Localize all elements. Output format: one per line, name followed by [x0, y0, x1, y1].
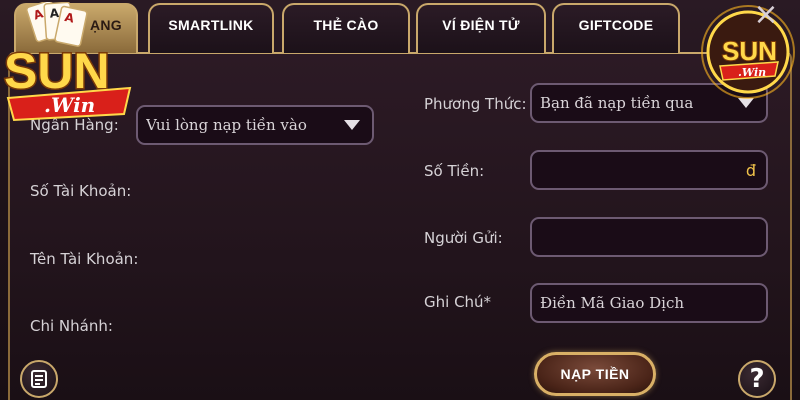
help-button[interactable]: ?: [738, 360, 776, 398]
tab-smartlink[interactable]: SMARTLINK: [148, 3, 274, 53]
note-input[interactable]: [540, 285, 766, 321]
tab-giftcode[interactable]: GIFTCODE: [552, 3, 680, 53]
sender-label: Người Gửi:: [424, 229, 503, 247]
account-name-label: Tên Tài Khoản:: [30, 250, 139, 268]
deposit-submit-label: NẠP TIỀN: [560, 366, 630, 382]
tab-scratch-card[interactable]: THẺ CÀO: [282, 3, 410, 53]
bank-select-value: Vui lòng nạp tiền vào: [146, 116, 307, 134]
svg-text:A: A: [49, 6, 60, 21]
amount-input[interactable]: đ: [530, 150, 768, 190]
tab-giftcode-label: GIFTCODE: [578, 17, 654, 33]
history-button[interactable]: [20, 360, 58, 398]
chevron-down-icon: [344, 120, 360, 130]
document-icon: [31, 370, 47, 388]
branch-label: Chi Nhánh:: [30, 317, 113, 335]
account-number-label: Số Tài Khoản:: [30, 182, 132, 200]
currency-symbol: đ: [745, 161, 756, 180]
tab-scratch-card-label: THẺ CÀO: [313, 17, 379, 33]
close-button[interactable]: ×: [752, 0, 780, 32]
question-icon: ?: [749, 364, 765, 394]
method-select-value: Bạn đã nạp tiền qua: [540, 94, 694, 112]
logo-sub-text: .Win: [44, 93, 95, 117]
sender-input[interactable]: [530, 217, 768, 257]
close-icon: ×: [753, 0, 779, 32]
sunwin-badge-logo: SUN .Win: [701, 5, 795, 99]
method-label: Phương Thức:: [424, 95, 527, 113]
sunwin-logo: A A A SUN .Win: [3, 2, 132, 122]
tab-smartlink-label: SMARTLINK: [168, 17, 254, 33]
badge-brand-text: SUN: [722, 36, 777, 66]
bank-select[interactable]: Vui lòng nạp tiền vào: [136, 105, 374, 145]
badge-sub-text: .Win: [738, 66, 766, 79]
note-label: Ghi Chú*: [424, 293, 492, 311]
deposit-submit-button[interactable]: NẠP TIỀN: [534, 352, 656, 396]
note-field[interactable]: [530, 283, 768, 323]
tab-e-wallet-label: VÍ ĐIỆN TỬ: [442, 17, 520, 33]
tab-e-wallet[interactable]: VÍ ĐIỆN TỬ: [416, 3, 546, 53]
amount-label: Số Tiền:: [424, 162, 485, 180]
